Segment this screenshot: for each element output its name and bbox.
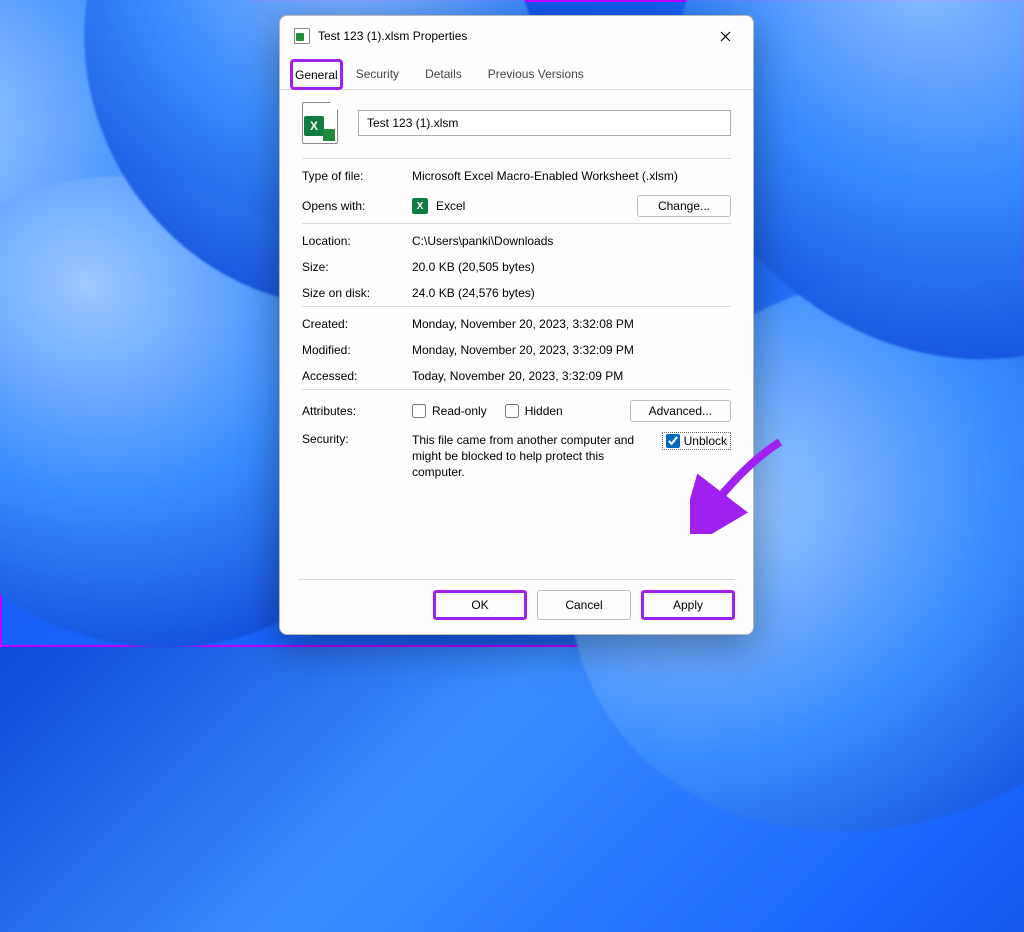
- tab-details[interactable]: Details: [412, 59, 475, 90]
- dialog-buttons: OK Cancel Apply: [280, 580, 753, 634]
- type-of-file-label: Type of file:: [302, 169, 412, 183]
- security-message: This file came from another computer and…: [412, 432, 662, 481]
- size-on-disk-label: Size on disk:: [302, 286, 412, 300]
- change-button[interactable]: Change...: [637, 195, 731, 217]
- location-value: C:\Users\panki\Downloads: [412, 234, 731, 248]
- tab-row: General Security Details Previous Versio…: [280, 58, 753, 90]
- hidden-checkbox-input[interactable]: [505, 404, 519, 418]
- properties-dialog: Test 123 (1).xlsm Properties General Sec…: [279, 15, 754, 635]
- location-label: Location:: [302, 234, 412, 248]
- divider: [302, 306, 731, 307]
- readonly-checkbox[interactable]: Read-only: [412, 404, 487, 418]
- xlsm-file-icon: [294, 28, 310, 44]
- opens-with-label: Opens with:: [302, 199, 412, 213]
- advanced-button[interactable]: Advanced...: [630, 400, 731, 422]
- opens-with-value: Excel: [436, 199, 465, 213]
- tab-general[interactable]: General: [290, 59, 343, 90]
- tab-previous-versions[interactable]: Previous Versions: [475, 59, 597, 90]
- unblock-checkbox[interactable]: Unblock: [662, 432, 731, 450]
- divider: [302, 223, 731, 224]
- filename-input[interactable]: [358, 110, 731, 136]
- apply-button[interactable]: Apply: [641, 590, 735, 620]
- created-value: Monday, November 20, 2023, 3:32:08 PM: [412, 317, 731, 331]
- accessed-value: Today, November 20, 2023, 3:32:09 PM: [412, 369, 731, 383]
- ok-button[interactable]: OK: [433, 590, 527, 620]
- readonly-checkbox-label: Read-only: [432, 404, 487, 418]
- unblock-checkbox-input[interactable]: [666, 434, 680, 448]
- size-on-disk-value: 24.0 KB (24,576 bytes): [412, 286, 731, 300]
- close-button[interactable]: [707, 22, 743, 50]
- attributes-label: Attributes:: [302, 404, 412, 418]
- tab-content-general: X Type of file: Microsoft Excel Macro-En…: [280, 90, 753, 579]
- modified-label: Modified:: [302, 343, 412, 357]
- hidden-checkbox-label: Hidden: [525, 404, 563, 418]
- size-label: Size:: [302, 260, 412, 274]
- cancel-button[interactable]: Cancel: [537, 590, 631, 620]
- unblock-checkbox-label: Unblock: [684, 434, 727, 448]
- close-icon: [720, 31, 731, 42]
- titlebar: Test 123 (1).xlsm Properties: [280, 16, 753, 54]
- accessed-label: Accessed:: [302, 369, 412, 383]
- divider: [302, 389, 731, 390]
- readonly-checkbox-input[interactable]: [412, 404, 426, 418]
- xlsm-large-icon: X: [302, 102, 338, 144]
- security-label: Security:: [302, 432, 412, 446]
- hidden-checkbox[interactable]: Hidden: [505, 404, 563, 418]
- type-of-file-value: Microsoft Excel Macro-Enabled Worksheet …: [412, 169, 731, 183]
- modified-value: Monday, November 20, 2023, 3:32:09 PM: [412, 343, 731, 357]
- tab-security[interactable]: Security: [343, 59, 412, 90]
- divider: [302, 158, 731, 159]
- size-value: 20.0 KB (20,505 bytes): [412, 260, 731, 274]
- window-title: Test 123 (1).xlsm Properties: [318, 29, 707, 43]
- created-label: Created:: [302, 317, 412, 331]
- excel-app-icon: X: [412, 198, 428, 214]
